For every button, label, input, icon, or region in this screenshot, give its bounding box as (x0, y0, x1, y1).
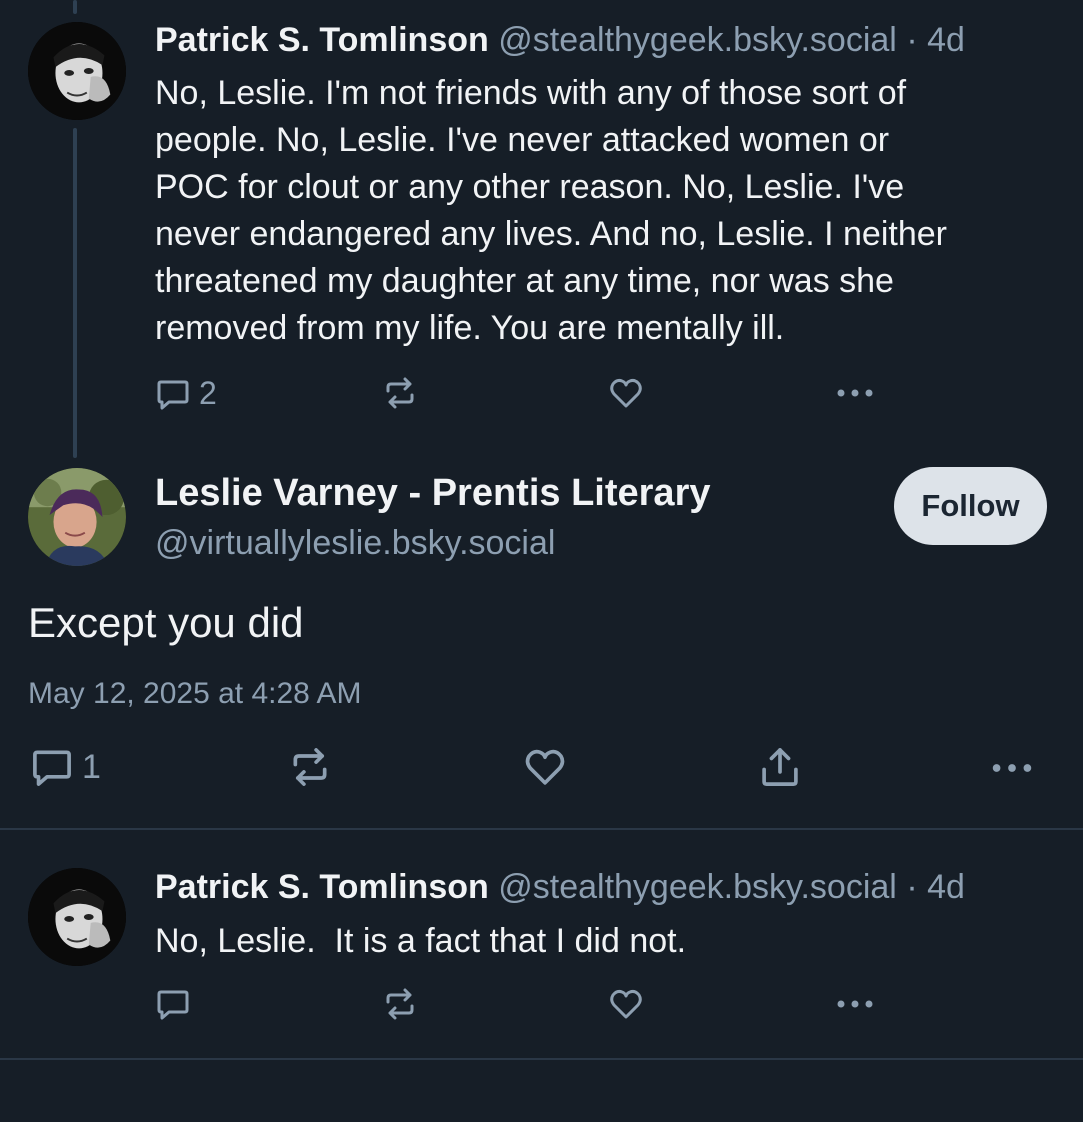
parent-time-ago[interactable]: 4d (927, 21, 965, 59)
more-icon (837, 389, 873, 397)
parent-like-button[interactable] (608, 375, 644, 411)
main-reply-count: 1 (82, 747, 101, 786)
reply-reply-button[interactable] (155, 986, 191, 1022)
thread-line-connector (73, 128, 77, 458)
follow-button[interactable]: Follow (894, 467, 1047, 545)
thread-line-top (73, 0, 77, 14)
divider-reply (0, 1058, 1083, 1060)
avatar-leslie[interactable] (28, 468, 126, 566)
repost-icon (293, 748, 327, 786)
reply-time-ago[interactable]: 4d (927, 868, 965, 906)
main-post-timestamp[interactable]: May 12, 2025 at 4:28 AM (28, 675, 362, 713)
parent-post-text: No, Leslie. I'm not friends with any of … (155, 74, 947, 347)
more-icon (837, 1000, 873, 1008)
parent-more-button[interactable] (835, 375, 875, 411)
reply-more-button[interactable] (835, 986, 875, 1022)
reply-separator: · (906, 868, 918, 906)
parent-repost-button[interactable] (382, 375, 418, 411)
reply-repost-button[interactable] (382, 986, 418, 1022)
main-author-name[interactable]: Leslie Varney - Prentis Literary (155, 470, 711, 516)
share-icon (762, 748, 798, 786)
reply-like-button[interactable] (608, 986, 644, 1022)
heart-icon (610, 378, 642, 408)
heart-icon (610, 989, 642, 1019)
reply-icon (157, 380, 189, 409)
repost-icon (386, 988, 414, 1020)
parent-reply-count: 2 (199, 375, 217, 411)
parent-post-header: Patrick S. Tomlinson @stealthygeek.bsky.… (155, 20, 965, 60)
main-more-button[interactable] (990, 748, 1034, 788)
reply-post-header: Patrick S. Tomlinson @stealthygeek.bsky.… (155, 867, 965, 907)
main-share-button[interactable] (758, 745, 802, 789)
parent-author-name[interactable]: Patrick S. Tomlinson (155, 21, 489, 59)
reply-icon (157, 990, 189, 1020)
avatar-patrick[interactable] (28, 22, 126, 120)
reply-post-text: No, Leslie. It is a fact that I did not. (155, 922, 687, 960)
divider-main (0, 828, 1083, 830)
parent-reply-button[interactable]: 2 (155, 375, 217, 412)
main-author-handle[interactable]: @virtuallyleslie.bsky.social (155, 523, 555, 563)
reply-author-handle[interactable]: @stealthygeek.bsky.social (498, 868, 897, 906)
main-post-text: Except you did (28, 599, 304, 646)
reply-author-name[interactable]: Patrick S. Tomlinson (155, 868, 489, 906)
reply-icon (33, 750, 71, 786)
parent-separator: · (906, 21, 918, 59)
main-like-button[interactable] (523, 745, 567, 789)
repost-icon (386, 377, 414, 409)
avatar-patrick-reply[interactable] (28, 868, 126, 966)
main-reply-button[interactable]: 1 (30, 745, 101, 789)
parent-author-handle[interactable]: @stealthygeek.bsky.social (498, 21, 897, 59)
more-icon (992, 764, 1032, 772)
heart-icon (525, 749, 565, 785)
main-repost-button[interactable] (288, 745, 332, 789)
